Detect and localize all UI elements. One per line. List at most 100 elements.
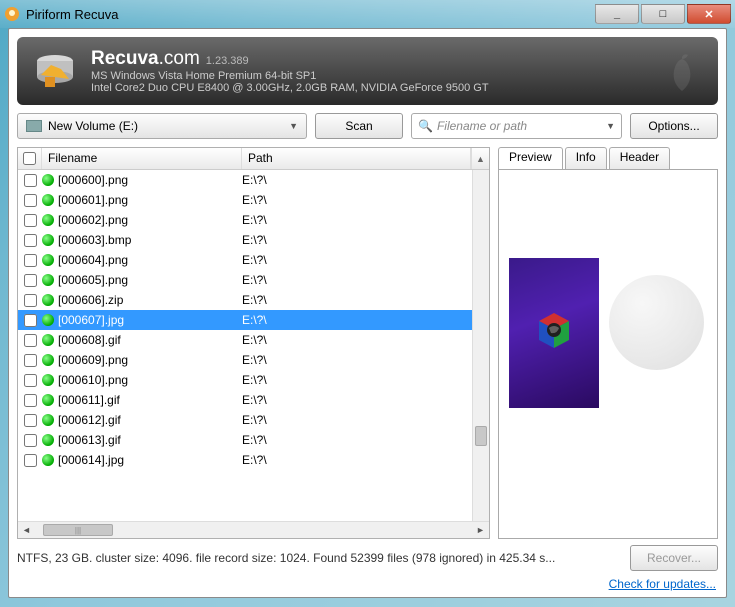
file-list: Filename Path ▲ [000600].pngE:\?\[000601…	[17, 147, 490, 539]
horizontal-scrollbar[interactable]: ◄ ||| ►	[18, 521, 489, 538]
table-row[interactable]: [000603].bmpE:\?\	[18, 230, 489, 250]
table-row[interactable]: [000600].pngE:\?\	[18, 170, 489, 190]
table-row[interactable]: [000612].gifE:\?\	[18, 410, 489, 430]
banner-text: Recuva.com1.23.389 MS Windows Vista Home…	[91, 48, 489, 94]
row-path: E:\?\	[242, 393, 489, 407]
tab-info[interactable]: Info	[565, 147, 607, 169]
main-area: Filename Path ▲ [000600].pngE:\?\[000601…	[9, 147, 726, 539]
scrollbar-thumb[interactable]: |||	[43, 524, 113, 536]
row-checkbox[interactable]	[18, 454, 42, 467]
status-dot-icon	[42, 454, 54, 466]
column-filename[interactable]: Filename	[42, 148, 242, 169]
options-button[interactable]: Options...	[630, 113, 718, 139]
check-updates-link[interactable]: Check for updates...	[609, 577, 716, 591]
table-row[interactable]: [000601].pngE:\?\	[18, 190, 489, 210]
scroll-left-icon[interactable]: ◄	[18, 525, 35, 535]
vertical-scrollbar[interactable]	[472, 170, 489, 521]
row-filename: [000607].jpg	[42, 313, 242, 327]
row-filename: [000605].png	[42, 273, 242, 287]
drive-icon	[26, 120, 42, 132]
row-checkbox[interactable]	[18, 294, 42, 307]
row-checkbox[interactable]	[18, 394, 42, 407]
updates-link-area: Check for updates...	[9, 577, 726, 597]
minimize-button[interactable]: _	[595, 4, 639, 24]
preview-panel: Preview Info Header	[498, 147, 718, 539]
row-filename: [000608].gif	[42, 333, 242, 347]
search-input[interactable]: 🔍 Filename or path ▼	[411, 113, 622, 139]
scroll-up-icon[interactable]: ▲	[471, 148, 489, 169]
recover-button[interactable]: Recover...	[630, 545, 718, 571]
row-checkbox[interactable]	[18, 254, 42, 267]
status-dot-icon	[42, 334, 54, 346]
row-path: E:\?\	[242, 433, 489, 447]
row-checkbox[interactable]	[18, 314, 42, 327]
row-checkbox[interactable]	[18, 234, 42, 247]
table-row[interactable]: [000610].pngE:\?\	[18, 370, 489, 390]
drive-selector[interactable]: New Volume (E:) ▼	[17, 113, 307, 139]
search-placeholder: Filename or path	[437, 119, 527, 133]
row-checkbox[interactable]	[18, 194, 42, 207]
header-checkbox[interactable]	[18, 148, 42, 169]
row-checkbox[interactable]	[18, 374, 42, 387]
close-button[interactable]: ✕	[687, 4, 731, 24]
row-checkbox[interactable]	[18, 434, 42, 447]
status-dot-icon	[42, 414, 54, 426]
table-row[interactable]: [000608].gifE:\?\	[18, 330, 489, 350]
column-path[interactable]: Path	[242, 148, 471, 169]
tab-preview[interactable]: Preview	[498, 147, 563, 169]
row-path: E:\?\	[242, 273, 489, 287]
maximize-button[interactable]: □	[641, 4, 685, 24]
titlebar[interactable]: Piriform Recuva _ □ ✕	[0, 0, 735, 28]
row-filename: [000602].png	[42, 213, 242, 227]
row-path: E:\?\	[242, 413, 489, 427]
row-path: E:\?\	[242, 293, 489, 307]
row-filename: [000606].zip	[42, 293, 242, 307]
chevron-down-icon: ▼	[289, 121, 298, 131]
preview-body	[498, 169, 718, 539]
row-checkbox[interactable]	[18, 174, 42, 187]
row-filename: [000614].jpg	[42, 453, 242, 467]
row-path: E:\?\	[242, 233, 489, 247]
scroll-right-icon[interactable]: ►	[472, 525, 489, 535]
table-row[interactable]: [000606].zipE:\?\	[18, 290, 489, 310]
table-row[interactable]: [000605].pngE:\?\	[18, 270, 489, 290]
table-row[interactable]: [000613].gifE:\?\	[18, 430, 489, 450]
app-icon	[4, 6, 20, 22]
table-row[interactable]: [000609].pngE:\?\	[18, 350, 489, 370]
status-dot-icon	[42, 194, 54, 206]
scan-button[interactable]: Scan	[315, 113, 403, 139]
table-row[interactable]: [000607].jpgE:\?\	[18, 310, 489, 330]
row-path: E:\?\	[242, 193, 489, 207]
status-text: NTFS, 23 GB. cluster size: 4096. file re…	[17, 551, 622, 565]
drive-label: New Volume (E:)	[48, 119, 138, 133]
row-checkbox[interactable]	[18, 414, 42, 427]
row-checkbox[interactable]	[18, 334, 42, 347]
table-row[interactable]: [000614].jpgE:\?\	[18, 450, 489, 470]
globe-watermark	[609, 275, 704, 370]
app-window: Piriform Recuva _ □ ✕ Recuva.com1.23.389…	[0, 0, 735, 607]
row-path: E:\?\	[242, 373, 489, 387]
status-bar: NTFS, 23 GB. cluster size: 4096. file re…	[9, 539, 726, 577]
table-row[interactable]: [000604].pngE:\?\	[18, 250, 489, 270]
chevron-down-icon: ▼	[606, 121, 615, 131]
status-dot-icon	[42, 234, 54, 246]
row-filename: [000601].png	[42, 193, 242, 207]
row-checkbox[interactable]	[18, 354, 42, 367]
banner: Recuva.com1.23.389 MS Windows Vista Home…	[17, 37, 718, 105]
preview-thumbnail	[509, 258, 599, 408]
row-checkbox[interactable]	[18, 274, 42, 287]
window-title: Piriform Recuva	[26, 7, 595, 22]
tab-header[interactable]: Header	[609, 147, 670, 169]
status-dot-icon	[42, 314, 54, 326]
row-checkbox[interactable]	[18, 214, 42, 227]
status-dot-icon	[42, 434, 54, 446]
row-filename: [000609].png	[42, 353, 242, 367]
table-row[interactable]: [000611].gifE:\?\	[18, 390, 489, 410]
row-path: E:\?\	[242, 453, 489, 467]
status-dot-icon	[42, 274, 54, 286]
banner-icon	[31, 47, 79, 95]
table-row[interactable]: [000602].pngE:\?\	[18, 210, 489, 230]
row-path: E:\?\	[242, 313, 489, 327]
row-filename: [000610].png	[42, 373, 242, 387]
row-filename: [000604].png	[42, 253, 242, 267]
